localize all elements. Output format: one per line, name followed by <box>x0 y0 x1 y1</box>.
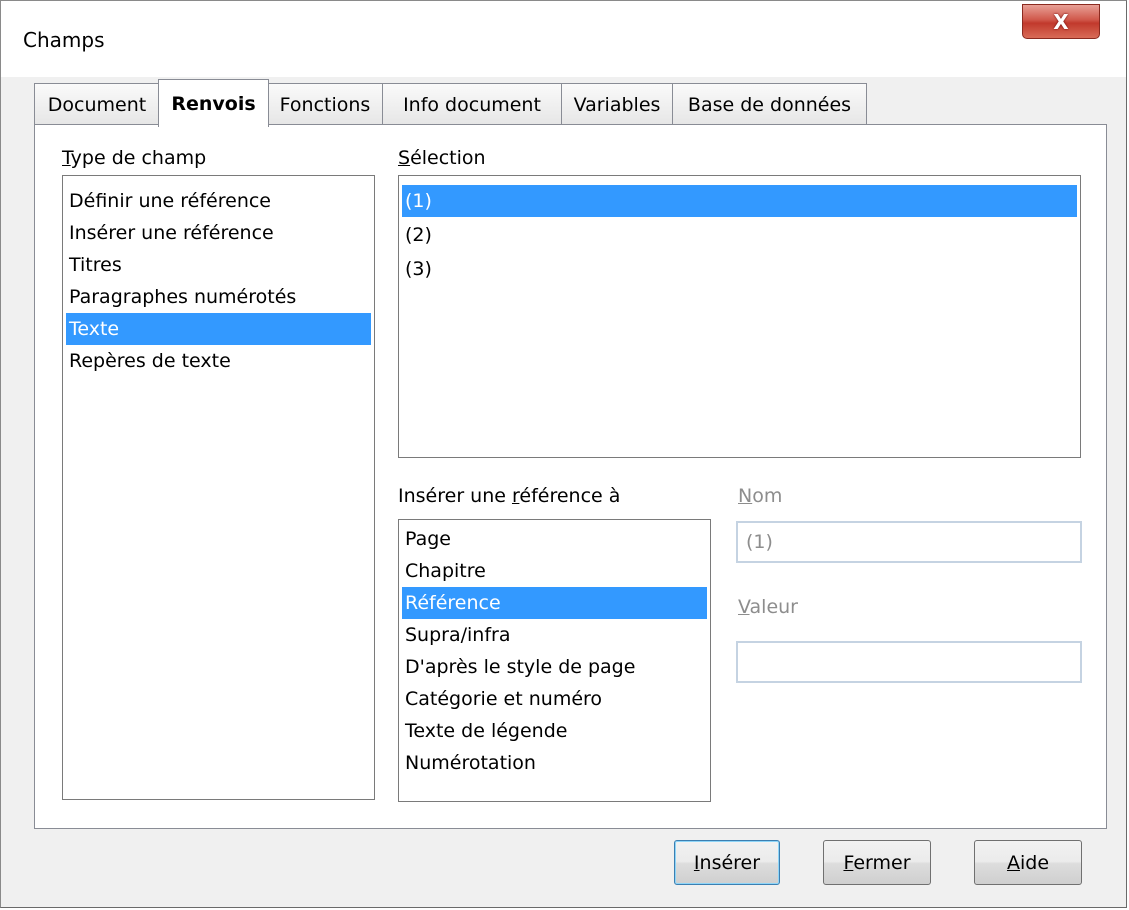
nom-field[interactable]: (1) <box>736 521 1082 563</box>
title-bar: Champs X <box>1 1 1126 77</box>
window-title: Champs <box>23 28 105 52</box>
tab-label: Renvois <box>171 92 256 115</box>
nom-label: Nom <box>738 485 783 507</box>
list-item[interactable]: Page <box>402 523 707 555</box>
tab-fonctions[interactable]: Fonctions <box>267 83 383 125</box>
list-item-selected[interactable]: Référence <box>402 587 707 619</box>
list-item-selected[interactable]: Texte <box>66 313 371 345</box>
list-item[interactable]: Supra/infra <box>402 619 707 651</box>
tab-label: Info document <box>403 93 541 116</box>
tab-renvois[interactable]: Renvois <box>158 79 269 127</box>
list-item[interactable]: Numérotation <box>402 747 707 779</box>
type-de-champ-list[interactable]: Définir une référence Insérer une référe… <box>62 175 375 800</box>
list-item[interactable]: Chapitre <box>402 555 707 587</box>
help-button[interactable]: Aide <box>974 840 1082 885</box>
list-item[interactable]: Repères de texte <box>66 345 371 377</box>
inserer-reference-list[interactable]: Page Chapitre Référence Supra/infra D'ap… <box>398 519 711 802</box>
insert-button[interactable]: Insérer <box>674 840 780 885</box>
list-item[interactable]: (3) <box>402 253 1077 285</box>
list-item[interactable]: Insérer une référence <box>66 217 371 249</box>
list-item[interactable]: Définir une référence <box>66 185 371 217</box>
tab-panel-renvois: Type de champ Définir une référence Insé… <box>34 124 1107 829</box>
list-item-selected[interactable]: (1) <box>402 185 1077 217</box>
list-item[interactable]: Catégorie et numéro <box>402 683 707 715</box>
valeur-label: Valeur <box>738 596 798 618</box>
close-button[interactable]: Fermer <box>823 840 931 885</box>
valeur-field[interactable] <box>736 641 1082 683</box>
list-item[interactable]: Paragraphes numérotés <box>66 281 371 313</box>
list-item[interactable]: (2) <box>402 219 1077 251</box>
tab-document[interactable]: Document <box>34 83 160 125</box>
tab-label: Base de données <box>687 93 852 116</box>
tab-label: Fonctions <box>279 93 371 116</box>
inserer-reference-label: Insérer une référence à <box>398 485 621 507</box>
close-icon: X <box>1053 9 1069 34</box>
tab-info-document[interactable]: Info document <box>382 83 562 125</box>
tab-label: Document <box>47 93 147 116</box>
dialog-window: Champs X Document Renvois Fonctions Info… <box>0 0 1127 908</box>
list-item[interactable]: Texte de légende <box>402 715 707 747</box>
close-window-button[interactable]: X <box>1022 4 1100 39</box>
type-de-champ-label: Type de champ <box>62 147 207 169</box>
selection-list[interactable]: (1) (2) (3) <box>398 175 1081 458</box>
list-item[interactable]: D'après le style de page <box>402 651 707 683</box>
tab-label: Variables <box>573 93 661 116</box>
list-item[interactable]: Titres <box>66 249 371 281</box>
tab-base-de-donnees[interactable]: Base de données <box>672 83 867 125</box>
selection-label: Sélection <box>398 147 486 169</box>
tab-variables[interactable]: Variables <box>561 83 673 125</box>
